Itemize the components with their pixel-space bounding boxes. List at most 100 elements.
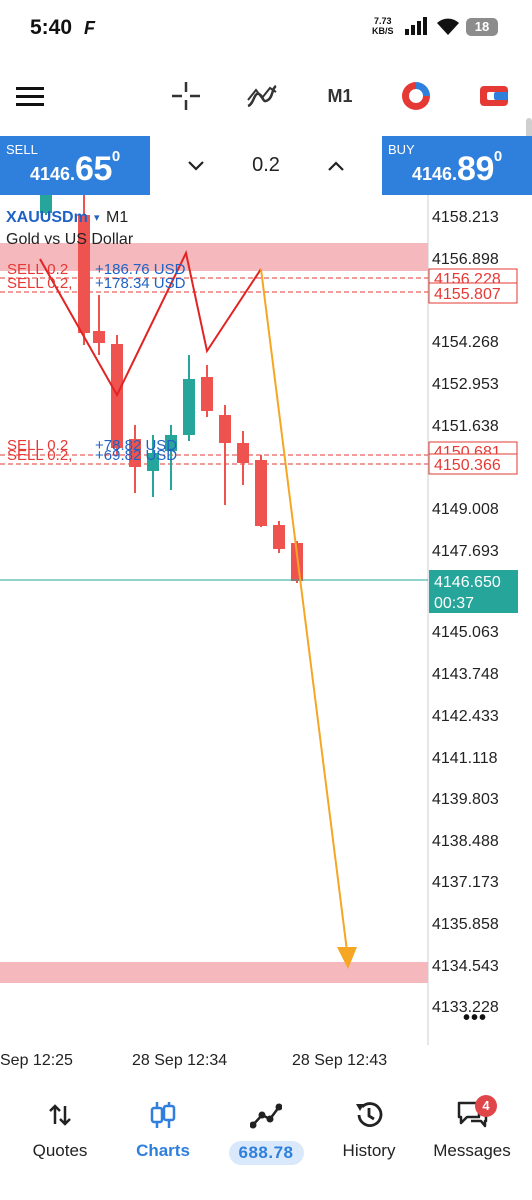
menu-button[interactable] [10, 66, 50, 126]
buy-price-main: 89 [457, 150, 494, 188]
price-tick: 4142.433 [432, 708, 499, 725]
price-tick: 4135.858 [432, 916, 499, 933]
nav-quotes-label: Quotes [32, 1141, 88, 1160]
nav-charts-label: Charts [136, 1141, 190, 1160]
price-tick: 4134.543 [432, 958, 499, 975]
candle [201, 377, 213, 411]
symbol-description: Gold vs US Dollar [6, 231, 134, 248]
messages-icon [419, 1097, 525, 1133]
price-tick: 4138.488 [432, 833, 499, 850]
price-chart[interactable]: SELL 0.2 +186.76 USD SELL 0.2, +178.34 U… [0, 195, 532, 1081]
chevron-up-icon [328, 161, 344, 171]
nav-trade-balance: 688.78 [228, 1141, 304, 1165]
more-dots-icon[interactable]: ••• [463, 1007, 487, 1030]
chart-timeframe: M1 [106, 209, 129, 226]
bar-countdown: 00:37 [434, 595, 474, 612]
candle [273, 525, 285, 549]
price-tick: 4152.953 [432, 376, 499, 393]
trade-icon [213, 1097, 319, 1133]
chart-toolbar: M1 [0, 66, 532, 126]
history-icon [316, 1097, 422, 1133]
nav-history-label: History [342, 1141, 396, 1160]
buy-button[interactable]: BUY 4146.890 [382, 136, 532, 195]
network-speed-value: 7.73 [373, 16, 392, 26]
network-speed: 7.73 KB/S [372, 16, 394, 36]
candle [219, 415, 231, 443]
signal-icon [405, 17, 427, 35]
candle [93, 331, 105, 343]
timeframe-button[interactable]: M1 [318, 66, 362, 126]
crosshair-button[interactable] [166, 66, 206, 126]
charts-icon [110, 1097, 216, 1133]
sell-price: 4146.650 [30, 148, 121, 189]
price-tick: 4156.898 [432, 251, 499, 268]
lot-control: 0.2 [150, 136, 382, 195]
chart-canvas[interactable]: SELL 0.2 +186.76 USD SELL 0.2, +178.34 U… [0, 195, 532, 1081]
account-icon [480, 86, 508, 106]
app-notification-icon: F [84, 18, 95, 38]
one-click-trade-bar: SELL 4146.650 0.2 BUY 4146.890 [0, 136, 532, 195]
position-price-tag: 4150.366 [434, 457, 501, 474]
position-price-tag: 4155.807 [434, 286, 501, 303]
position-profit: +69.82 USD [95, 447, 177, 464]
sell-button[interactable]: SELL 4146.650 [0, 136, 150, 195]
candle [255, 460, 267, 526]
nav-history[interactable]: History [316, 1097, 422, 1177]
price-tick: 4158.213 [432, 209, 499, 226]
nav-trade[interactable]: 688.78 [213, 1097, 319, 1177]
sell-price-fraction: 0 [111, 148, 121, 165]
symbol-dropdown-icon[interactable]: ▾ [94, 211, 100, 224]
status-bar: 5:40 F 7.73 KB/S 18 [0, 0, 532, 56]
price-tick: 4149.008 [432, 501, 499, 518]
one-click-trading-button[interactable] [396, 66, 436, 126]
account-button[interactable] [474, 66, 514, 126]
price-tick: 4147.693 [432, 543, 499, 560]
price-tick: 4145.063 [432, 624, 499, 641]
chevron-down-icon [188, 161, 204, 171]
current-price: 4146.650 [434, 574, 501, 591]
projection-arrow[interactable] [260, 268, 348, 952]
lot-size-value[interactable]: 0.2 [236, 154, 296, 177]
wifi-icon [437, 18, 459, 35]
price-tick: 4141.118 [432, 750, 498, 767]
time-tick: Sep 12:25 [0, 1052, 73, 1069]
time-axis: Sep 12:25 28 Sep 12:34 28 Sep 12:43 [0, 1052, 387, 1069]
status-time: 5:40 [30, 16, 73, 39]
messages-badge: 4 [475, 1095, 497, 1117]
candle [183, 379, 195, 435]
nav-quotes[interactable]: Quotes [7, 1097, 113, 1177]
sell-price-prefix: 4146. [30, 164, 76, 184]
trade-toggle-icon [402, 82, 430, 110]
symbol-selector[interactable]: XAUUSDm [6, 209, 88, 227]
network-speed-unit: KB/S [372, 26, 394, 36]
time-tick: 28 Sep 12:43 [292, 1052, 387, 1069]
indicators-button[interactable] [242, 66, 282, 126]
buy-price: 4146.890 [412, 148, 503, 189]
buy-price-fraction: 0 [493, 148, 503, 165]
price-tick: 4139.803 [432, 791, 499, 808]
price-tick: 4154.268 [432, 334, 499, 351]
crosshair-icon [172, 82, 200, 110]
nav-messages-label: Messages [433, 1141, 511, 1160]
price-tick: 4151.638 [432, 418, 499, 435]
sell-price-main: 65 [75, 150, 112, 188]
time-tick: 28 Sep 12:34 [132, 1052, 227, 1069]
price-tick: 4143.748 [432, 666, 499, 683]
indicators-icon [247, 84, 277, 108]
battery-indicator: 18 [466, 18, 498, 36]
lot-increase-button[interactable] [316, 146, 356, 186]
nav-messages[interactable]: 4 Messages [419, 1095, 525, 1177]
target-zone [0, 962, 428, 983]
quotes-icon [7, 1097, 113, 1133]
price-tick: 4137.173 [432, 874, 499, 891]
bottom-navigation: Quotes Charts 688.78 History 4 Messages [0, 1081, 532, 1200]
position-profit: +178.34 USD [95, 275, 186, 292]
position-label[interactable]: SELL 0.2, [7, 275, 72, 292]
buy-label: BUY [388, 142, 415, 157]
nav-charts[interactable]: Charts [110, 1097, 216, 1177]
lot-decrease-button[interactable] [176, 146, 216, 186]
buy-price-prefix: 4146. [412, 164, 458, 184]
candle [237, 443, 249, 463]
position-label[interactable]: SELL 0.2, [7, 447, 72, 464]
menu-icon [16, 87, 44, 106]
